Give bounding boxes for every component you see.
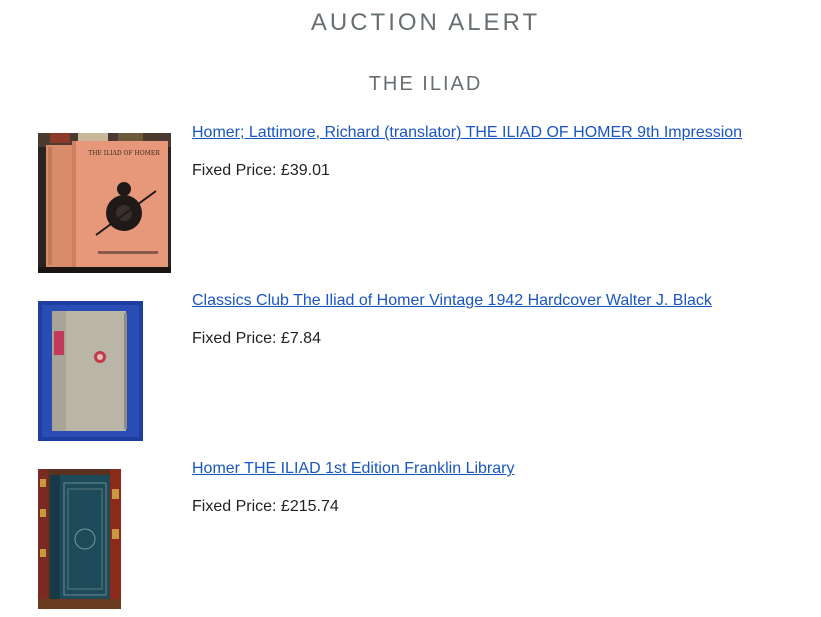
price-label: Fixed Price: <box>192 498 277 515</box>
book-cover-image <box>38 469 121 609</box>
listing-price: Fixed Price: £215.74 <box>192 498 339 516</box>
price-value: £215.74 <box>280 498 339 515</box>
price-value: £7.84 <box>280 330 321 347</box>
book-cover-image: THE ILIAD OF HOMER <box>38 133 171 273</box>
price-label: Fixed Price: <box>192 330 277 347</box>
page-title: AUCTION ALERT <box>310 9 541 36</box>
listing-title-link[interactable]: Homer THE ILIAD 1st Edition Franklin Lib… <box>192 460 514 478</box>
listing-item: Classics Club The Iliad of Homer Vintage… <box>38 292 798 442</box>
listing-price: Fixed Price: £7.84 <box>192 330 321 348</box>
price-label: Fixed Price: <box>192 162 277 179</box>
book-thumbnail-2[interactable] <box>38 301 143 441</box>
book-thumbnail-1[interactable]: THE ILIAD OF HOMER <box>38 133 171 273</box>
listing-title-link[interactable]: Homer; Lattimore, Richard (translator) T… <box>192 124 742 142</box>
listing-price: Fixed Price: £39.01 <box>192 162 330 180</box>
listing-title-link[interactable]: Classics Club The Iliad of Homer Vintage… <box>192 292 712 310</box>
listing-item: THE ILIAD OF HOMER Homer; Lattimore, Ric… <box>38 124 798 274</box>
price-value: £39.01 <box>280 162 330 179</box>
cover-text: THE ILIAD OF HOMER <box>88 150 160 157</box>
book-thumbnail-3[interactable] <box>38 469 121 609</box>
page-subtitle: THE ILIAD <box>368 73 483 95</box>
page: AUCTION ALERT THE ILIAD THE ILIAD OF HOM… <box>0 0 821 617</box>
book-cover-image <box>38 301 143 441</box>
listing-item: Homer THE ILIAD 1st Edition Franklin Lib… <box>38 460 798 610</box>
